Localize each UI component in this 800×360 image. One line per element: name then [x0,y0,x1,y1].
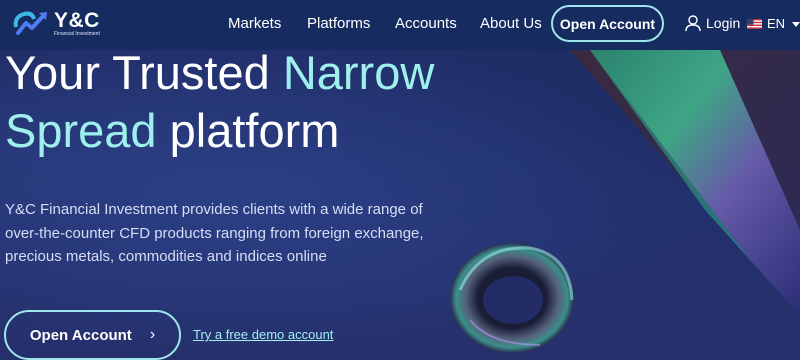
torus-hole [483,276,543,324]
nav-link-markets[interactable]: Markets [228,15,281,32]
chevron-right-icon: › [149,326,156,343]
hero-title-part-1: Your Trusted [5,46,283,99]
login-label: Login [706,15,741,31]
login-link[interactable]: Login [684,14,740,32]
language-label: EN [767,16,786,31]
hero-title: Your Trusted Narrow Spread platform [5,44,475,160]
hero-open-account-button[interactable]: Open Account › [4,310,181,360]
nav-link-accounts[interactable]: Accounts [395,15,457,32]
nav-link-platforms[interactable]: Platforms [307,15,370,32]
hero-title-accent-1: Narrow [282,46,435,99]
hero-title-accent-2: Spread [5,104,157,157]
logo-mark-icon [13,11,47,35]
brand-logo[interactable]: Y&C Financial Investment [12,6,122,42]
decorative-3d-shapes [450,50,800,353]
nav-link-about-us[interactable]: About Us [480,15,542,32]
top-navigation: Y&C Financial Investment Markets Platfor… [0,0,800,50]
chevron-down-icon [792,21,800,27]
logo-tagline: Financial Investment [54,31,100,37]
nav-open-account-button[interactable]: Open Account [551,5,664,42]
hero-title-part-2: platform [156,104,340,157]
hero-description: Y&C Financial Investment provides client… [5,201,424,265]
cta-label: Open Account [29,326,132,344]
us-flag-icon [747,18,762,29]
user-icon [685,15,701,32]
language-selector[interactable]: EN [747,16,800,31]
logo-name: Y&C [54,9,100,32]
demo-account-link[interactable]: Try a free demo account [193,327,333,342]
